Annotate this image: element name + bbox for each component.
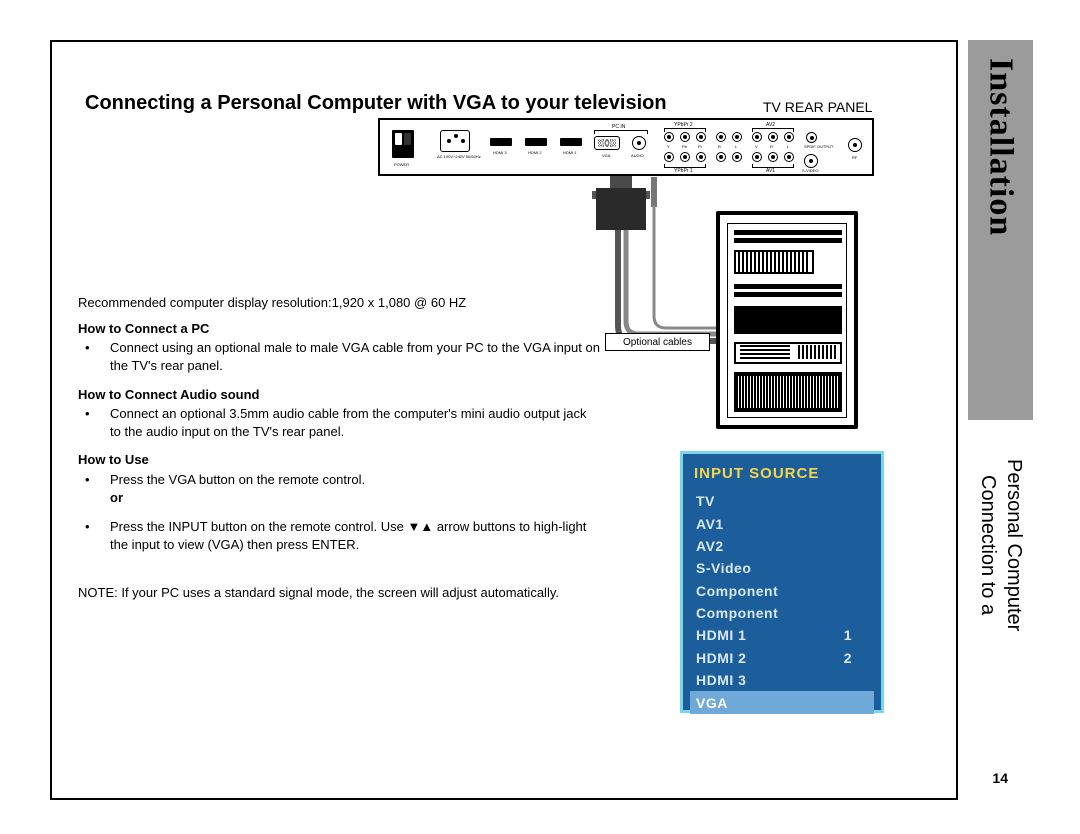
label-pr: Pr [698, 144, 702, 149]
osd-input-source-menu: INPUT SOURCE TVAV1AV2S-VideoComponentCom… [680, 451, 884, 713]
heading-connect-audio: How to Connect Audio sound [78, 386, 598, 404]
resolution-text: Recommended computer display resolution:… [78, 294, 598, 312]
osd-item-tv[interactable]: TV [690, 490, 874, 512]
note-text: NOTE: If your PC uses a standard signal … [78, 584, 638, 602]
osd-title: INPUT SOURCE [690, 461, 874, 490]
osd-item-s-video[interactable]: S-Video [690, 557, 874, 579]
label-y: Y [667, 144, 670, 149]
label-vga: VGA [602, 153, 610, 158]
label-l2: L [787, 144, 789, 149]
osd-item-hdmi-2[interactable]: HDMI 22 [690, 647, 874, 669]
tab-subtitle-line2: Personal Computer [1002, 459, 1025, 631]
label-ypbpr1: YPbPr 1 [674, 168, 693, 174]
page-number: 14 [992, 770, 1008, 786]
page-title: Connecting a Personal Computer with VGA … [85, 92, 667, 115]
vga-connector-icon [596, 188, 646, 230]
label-r2: R [770, 144, 773, 149]
osd-item-vga[interactable]: VGA [690, 691, 874, 713]
audio-plug-icon [651, 177, 657, 207]
pc-tower-icon [716, 211, 858, 429]
label-pb: Pb [682, 144, 687, 149]
label-v: V [755, 144, 758, 149]
osd-item-av2[interactable]: AV2 [690, 535, 874, 557]
optional-cables-label: Optional cables [605, 333, 710, 351]
label-hdmi2: HDMI 2 [528, 150, 542, 155]
side-tabs: Installation Connection to a Personal Co… [968, 40, 1033, 800]
osd-item-hdmi-1[interactable]: HDMI 11 [690, 624, 874, 646]
osd-item-component[interactable]: Component [690, 580, 874, 602]
rear-panel-diagram: POWER AC 100V~240V 50/60Hz HDMI 3 HDMI 2… [378, 118, 874, 176]
label-r: R [718, 144, 721, 149]
tab-installation-label: Installation [982, 58, 1020, 236]
arrow-icons: ▼▲ [407, 519, 433, 534]
osd-item-av1[interactable]: AV1 [690, 512, 874, 534]
osd-item-hdmi-3[interactable]: HDMI 3 [690, 669, 874, 691]
label-ac: AC 100V~240V 50/60Hz [437, 155, 481, 159]
tab-subtitle-line1: Connection to a [976, 475, 999, 615]
osd-item-component[interactable]: Component [690, 602, 874, 624]
tab-installation: Installation [968, 40, 1033, 420]
label-hdmi3: HDMI 3 [493, 150, 507, 155]
label-svideo: S-VIDEO [802, 168, 818, 173]
label-spdif: SPDIF OUTPUT [804, 145, 833, 149]
label-rf: RF [852, 155, 857, 160]
label-power: POWER [394, 162, 409, 167]
label-l: L [735, 144, 737, 149]
label-hdmi1: HDMI 1 [563, 150, 577, 155]
or-text: or [110, 489, 630, 507]
rear-panel-label: TV REAR PANEL [763, 99, 872, 115]
label-audio: AUDIO [631, 153, 644, 158]
heading-how-use: How to Use [78, 451, 598, 469]
heading-connect-pc: How to Connect a PC [78, 320, 598, 338]
label-av1: AV1 [766, 168, 775, 174]
tab-subtitle: Connection to a Personal Computer [968, 440, 1033, 650]
